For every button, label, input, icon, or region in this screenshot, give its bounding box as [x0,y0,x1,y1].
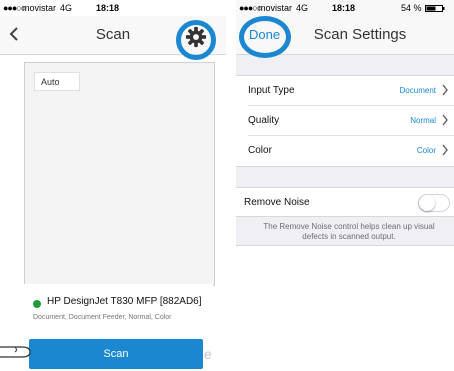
setting-value: Color [416,146,436,155]
chevron-right-icon [442,144,448,156]
settings-group: Input Type Document Quality Normal Color… [236,75,454,167]
highlight-ring [239,16,291,58]
setting-label: Quality [248,115,280,126]
scan-preview-area [24,62,215,286]
status-bar: ●●●○○ movistar 4G 18:18 [0,0,226,16]
scan-button[interactable]: Scan [29,339,203,369]
printer-status-dot [33,300,41,308]
scan-mode-chip[interactable]: Auto [34,72,80,91]
chevron-right-icon [442,114,448,126]
setting-label: Color [248,145,272,156]
setting-value: Document [399,86,436,95]
screen-divider [226,0,236,371]
remove-noise-toggle[interactable] [418,194,450,212]
battery-percent: 54 % [401,3,422,13]
toggle-knob [419,195,435,211]
setting-label: Input Type [248,85,295,96]
setting-value: Normal [410,116,436,125]
hand-pointer-icon [0,346,31,358]
remove-noise-label: Remove Noise [244,197,310,208]
battery-icon [425,5,445,12]
scan-screen: ●●●○○ movistar 4G 18:18 Scan Auto HP Des… [0,0,226,371]
scan-settings-screen: ●●●○○ movistar 4G 18:18 54 % Scan Settin… [236,0,454,371]
page-title: Scan Settings [313,26,407,43]
clock: 18:18 [96,3,120,13]
clock: 18:18 [332,3,356,13]
status-bar: ●●●○○ movistar 4G 18:18 54 % [236,0,454,16]
setting-row-input-type[interactable]: Input Type Document [236,76,454,106]
setting-row-color[interactable]: Color Color [236,136,454,166]
overlay-glyph: e [204,346,212,362]
chevron-right-icon [442,84,448,96]
setting-row-quality[interactable]: Quality Normal [236,106,454,136]
network-label: 4G [296,3,309,13]
printer-details: Document, Document Feeder, Normal, Color [33,314,172,321]
carrier-label: movistar [258,3,293,13]
highlight-ring [176,20,216,60]
carrier-label: movistar [22,3,57,13]
settings-blank-area [236,245,454,371]
network-label: 4G [60,3,73,13]
remove-noise-help: The Remove Noise control helps clean up … [263,222,435,241]
printer-name[interactable]: HP DesignJet T830 MFP [882AD6] [47,296,202,307]
